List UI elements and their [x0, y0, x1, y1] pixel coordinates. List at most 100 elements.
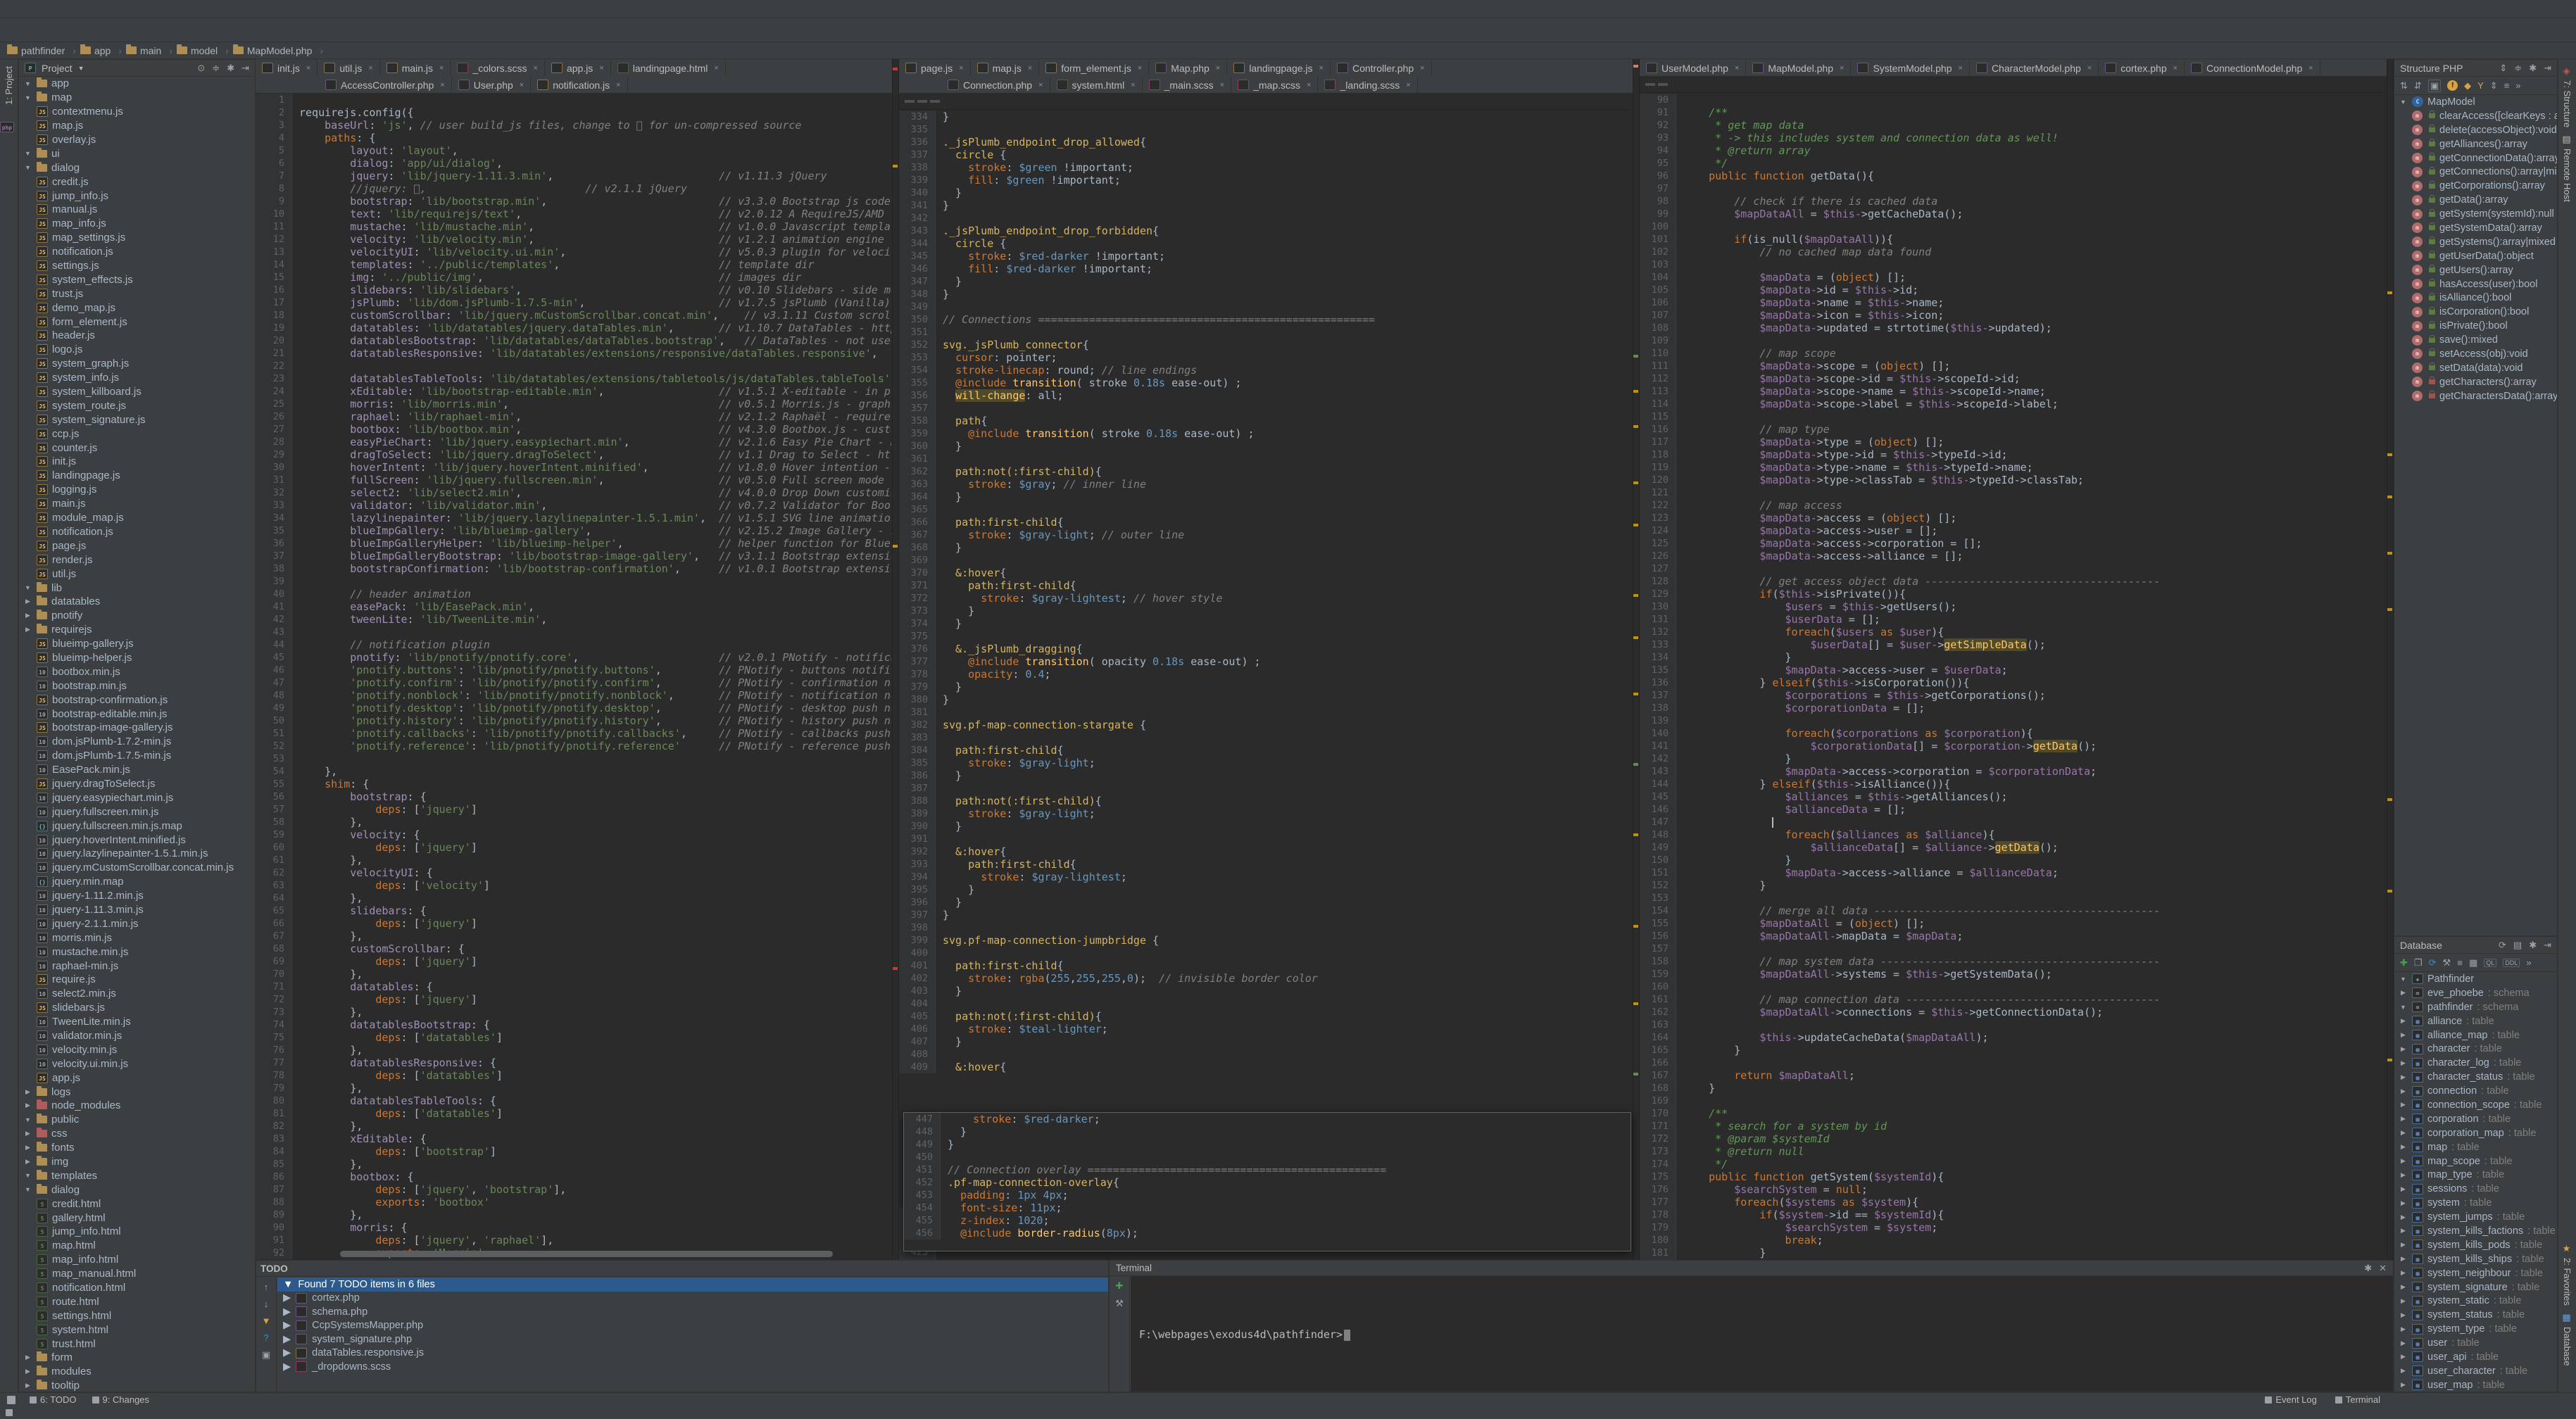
tree-row[interactable]: 5system.html [19, 1323, 255, 1337]
structure-row[interactable]: misPrivate():bool [2394, 319, 2557, 333]
expand-arrow-icon[interactable]: ▶ [23, 1130, 32, 1137]
breadcrumb-item[interactable]: MapModel.php› [233, 45, 323, 56]
editor-tab[interactable]: User.php× [452, 77, 531, 93]
structure-tree[interactable]: ▼CMapModelmclearAccess([clearKeys : arra… [2394, 95, 2557, 403]
todo-tab[interactable] [334, 1267, 347, 1270]
structure-row[interactable]: ▶▦system_static: table [2394, 1294, 2557, 1308]
tree-row[interactable]: 10mustache.min.js [19, 945, 255, 959]
editor-tab[interactable]: app.js× [545, 60, 611, 76]
structure-row[interactable]: ▶▦map_scope: table [2394, 1154, 2557, 1168]
toolbar-icon[interactable] [322, 21, 344, 39]
tree-row[interactable]: 10EasePack.min.js [19, 763, 255, 777]
close-tab-icon[interactable]: × [2087, 64, 2092, 72]
close-tab-icon[interactable]: × [439, 64, 444, 72]
structure-row[interactable]: ▶▦user_map: table [2394, 1378, 2557, 1392]
tree-row[interactable]: JSsystem_graph.js [19, 357, 255, 371]
tree-row[interactable]: 10jquery.lazylinepainter-1.5.1.min.js [19, 847, 255, 861]
tree-row[interactable]: 5settings.html [19, 1308, 255, 1323]
toolbar-icon[interactable] [175, 21, 196, 39]
favorites-strip-tab[interactable]: ★2: Favorites [2562, 1244, 2572, 1306]
toolwindow-switcher-icon[interactable] [7, 1396, 15, 1404]
hide-icon[interactable]: ⇥ [2544, 940, 2551, 951]
tree-row[interactable]: JSpage.js [19, 538, 255, 553]
tree-row[interactable]: ▶pnotify [19, 609, 255, 623]
todo-tab[interactable] [320, 1267, 333, 1270]
editor-tab[interactable]: _map.scss× [1231, 77, 1318, 93]
project-tree[interactable]: ▼app▼mapJScontextmenu.jsJSmap.jsJSoverla… [19, 77, 255, 1392]
structure-row[interactable]: mgetUsers():array [2394, 263, 2557, 277]
tree-row[interactable]: 10TweenLite.min.js [19, 1015, 255, 1029]
sort-visibility-icon[interactable]: ⇅ [2400, 80, 2408, 92]
statusbar-icon[interactable] [6, 1409, 13, 1416]
close-tab-icon[interactable]: × [1138, 64, 1142, 72]
structure-row[interactable]: msetData(data):void [2394, 361, 2557, 375]
menu-item[interactable] [159, 8, 173, 11]
tree-row[interactable]: JScredit.js [19, 175, 255, 189]
editor-tab[interactable]: UserModel.php× [1640, 60, 1746, 76]
tree-row[interactable]: ▶datatables [19, 595, 255, 609]
help-icon[interactable]: ? [263, 1332, 268, 1343]
close-tab-icon[interactable]: × [714, 64, 718, 72]
structure-row[interactable]: ▶▦character_log: table [2394, 1056, 2557, 1070]
tree-row[interactable]: JStrust.js [19, 286, 255, 301]
editor-tab[interactable]: MapModel.php× [1746, 60, 1851, 76]
menu-item[interactable] [7, 8, 21, 11]
tree-row[interactable]: JSform_element.js [19, 315, 255, 329]
expand-arrow-icon[interactable]: ▼ [23, 1116, 32, 1123]
tree-row[interactable]: 5map.html [19, 1239, 255, 1253]
breadcrumb-item[interactable]: pathfinder› [7, 45, 76, 56]
tree-row[interactable]: JSbootstrap-image-gallery.js [19, 721, 255, 735]
next-icon[interactable]: ↓ [264, 1299, 269, 1309]
menu-item[interactable] [142, 8, 156, 11]
toolbar-icon[interactable] [513, 21, 534, 39]
tree-row[interactable]: JSsettings.js [19, 259, 255, 273]
toolbar-icon[interactable] [238, 21, 259, 39]
close-tab-icon[interactable]: × [440, 81, 444, 89]
structure-row[interactable]: ▶▦connection_scope: table [2394, 1098, 2557, 1112]
close-tab-icon[interactable]: × [1735, 64, 1739, 72]
tree-row[interactable]: JSnotification.js [19, 525, 255, 539]
editor-tab[interactable]: util.js× [318, 60, 379, 76]
stop-icon[interactable]: ■ [2457, 957, 2463, 968]
console-icon[interactable]: QL [2484, 959, 2496, 967]
tree-row[interactable]: ▶node_modules [19, 1099, 255, 1113]
toolbar-icon[interactable] [69, 21, 90, 39]
tree-row[interactable]: 10dom.jsPlumb-1.7.2-min.js [19, 735, 255, 749]
structure-row[interactable]: mhasAccess(user):bool [2394, 277, 2557, 291]
toolbar-icon[interactable] [111, 21, 132, 39]
tree-row[interactable]: JSlogging.js [19, 483, 255, 497]
tree-row[interactable]: 10bootstrap.min.js [19, 679, 255, 693]
expand-arrow-icon[interactable]: ▼ [23, 164, 32, 171]
tree-row[interactable]: JSjump_info.js [19, 189, 255, 203]
menu-item[interactable] [41, 8, 55, 11]
structure-row[interactable]: ▶▦user_api: table [2394, 1350, 2557, 1364]
tree-row[interactable]: JSmain.js [19, 497, 255, 511]
close-tab-icon[interactable]: × [1038, 81, 1043, 89]
tree-row[interactable]: 10jquery-1.11.3.min.js [19, 903, 255, 917]
editor-tab[interactable]: AccessController.php× [319, 77, 452, 93]
toolbar-icon[interactable] [576, 21, 597, 39]
show-inherited-icon[interactable]: Y [2477, 80, 2484, 91]
toolbar-icon[interactable] [618, 21, 639, 39]
show-fields-icon[interactable]: ▣ [2428, 80, 2441, 92]
menu-item[interactable] [125, 8, 139, 11]
toolbar-icon[interactable] [217, 21, 238, 39]
expand-arrow-icon[interactable]: ▼ [23, 584, 32, 591]
structure-row[interactable]: ▼CMapModel [2394, 95, 2557, 109]
toolbar-icon[interactable] [491, 21, 513, 39]
tree-row[interactable]: 10jquery.easypiechart.min.js [19, 790, 255, 805]
editor-tab[interactable]: notification.js× [531, 77, 627, 93]
tree-row[interactable]: JSoverlay.js [19, 133, 255, 147]
prev-icon[interactable]: ↑ [264, 1282, 269, 1292]
breadcrumb-chip[interactable] [1645, 83, 1655, 86]
menu-item[interactable] [176, 8, 190, 11]
remote-host-strip-tab[interactable]: ▤Remote Host [2562, 134, 2572, 202]
structure-row[interactable]: ▶▦system_type: table [2394, 1322, 2557, 1336]
terminal-output[interactable]: F:\webpages\exodus4d\pathfinder> [1131, 1276, 2393, 1392]
close-tab-icon[interactable]: × [1220, 81, 1224, 89]
tree-row[interactable]: JScounter.js [19, 441, 255, 455]
structure-row[interactable]: ▶▦map: table [2394, 1140, 2557, 1154]
autoscroll-icon[interactable]: ≡ [2504, 80, 2510, 91]
toolwindow-button[interactable]: 6: TODO [24, 1394, 82, 1406]
structure-row[interactable]: mgetSystem(systemId):null [2394, 207, 2557, 221]
